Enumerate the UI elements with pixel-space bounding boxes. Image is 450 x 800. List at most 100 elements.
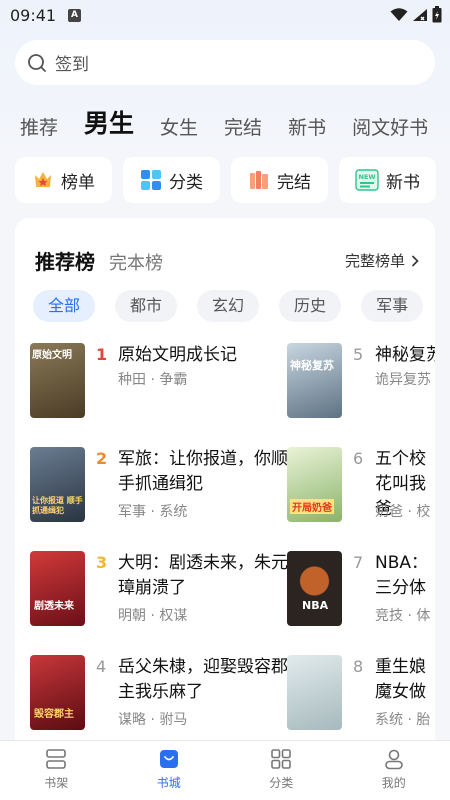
grid-icon <box>141 170 161 190</box>
book-cover: 让你报道 顺手抓通缉犯 <box>30 447 85 522</box>
book-cover: 毁容郡主 <box>30 655 85 730</box>
bookshelf-icon <box>46 749 67 769</box>
filter-chip-all[interactable]: 全部 <box>33 290 96 322</box>
book-cover-text: 剧透未来 <box>34 601 74 612</box>
ranking-tab-finished[interactable]: 完本榜 <box>109 249 163 275</box>
book-title: 原始文明成长记 <box>118 345 237 365</box>
nav-bookshelf[interactable]: 书架 <box>0 741 113 800</box>
signal-icon <box>413 8 427 21</box>
book-cover-text: 毁容郡主 <box>34 709 74 720</box>
filter-chip-history[interactable]: 历史 <box>279 290 342 322</box>
book-title: 大明：剧透未来，朱元璋崩溃了 <box>118 553 288 598</box>
status-bar: 09:41 A <box>0 0 450 34</box>
book-cover: 原始文明 <box>30 343 85 418</box>
book-title: NBA：三分体 <box>375 553 429 598</box>
channel-tab-yuewen[interactable]: 阅文好书 <box>352 113 428 140</box>
book-cover-text: 神秘复苏 <box>290 359 334 372</box>
wifi-icon <box>390 7 408 21</box>
full-ranking-link[interactable]: 完整榜单 <box>345 250 419 271</box>
channel-tab-finished[interactable]: 完结 <box>224 113 262 140</box>
nav-label: 书架 <box>44 776 69 790</box>
ranking-tabs: 推荐榜 完本榜 <box>35 246 163 275</box>
book-item[interactable]: 原始文明 1 原始文明成长记 种田 · 争霸 <box>30 343 290 423</box>
filter-chip-military[interactable]: 军事 <box>361 290 424 322</box>
channel-tab-recommend[interactable]: 推荐 <box>20 113 58 140</box>
book-cover-text: 开局奶爸 <box>290 499 334 514</box>
genre-filters: 全部 都市 玄幻 历史 军事 <box>33 290 424 322</box>
books-icon <box>250 171 268 189</box>
status-time: 09:41 <box>10 6 57 25</box>
filter-chip-fantasy[interactable]: 玄幻 <box>197 290 260 322</box>
book-cover: 神秘复苏 <box>287 343 342 418</box>
bookstore-bag-icon <box>159 750 178 768</box>
nav-category[interactable]: 分类 <box>225 741 338 800</box>
quick-link-label: 新书 <box>386 172 420 193</box>
book-cover-text: 原始文明 <box>32 350 72 361</box>
quick-links: 榜单 分类 完结 NEW 新书 <box>15 157 450 203</box>
channel-tab-male[interactable]: 男生 <box>84 104 134 140</box>
new-icon-text: NEW <box>358 173 375 181</box>
channel-tabs: 推荐 男生 女生 完结 新书 阅文好书 <box>0 100 450 140</box>
channel-tab-new[interactable]: 新书 <box>288 113 326 140</box>
quick-link-new[interactable]: NEW 新书 <box>339 157 436 203</box>
quick-link-category[interactable]: 分类 <box>123 157 220 203</box>
quick-link-finished[interactable]: 完结 <box>231 157 328 203</box>
book-item[interactable]: 神秘复苏 5 神秘复苏 诡异复苏 <box>287 343 435 423</box>
book-title: 神秘复苏 <box>375 345 435 365</box>
bottom-nav: 书架 书城 分类 我的 <box>0 740 450 800</box>
book-cover: 剧透未来 <box>30 551 85 626</box>
book-rank: 8 <box>353 657 364 676</box>
full-ranking-label: 完整榜单 <box>344 252 405 270</box>
book-item[interactable]: 让你报道 顺手抓通缉犯 2 军旅：让你报道，你顺手抓通缉犯 军事 · 系统 <box>30 447 290 527</box>
book-rank: 4 <box>96 657 107 676</box>
nav-label: 分类 <box>269 776 294 790</box>
book-cover-text: NBA <box>302 599 329 612</box>
quick-link-ranking[interactable]: 榜单 <box>15 157 112 203</box>
book-item[interactable]: 剧透未来 3 大明：剧透未来，朱元璋崩溃了 明朝 · 权谋 <box>30 551 290 631</box>
channel-tab-female[interactable]: 女生 <box>160 113 198 140</box>
nav-bookstore[interactable]: 书城 <box>113 741 226 800</box>
chevron-right-icon <box>411 254 419 267</box>
book-meta: 诡异复苏 <box>375 372 431 388</box>
book-item[interactable]: 开局奶爸 6 五个校花叫我爸 奶爸 · 校 <box>287 447 435 527</box>
book-meta: 谋略 · 驸马 <box>118 712 188 728</box>
nav-label: 我的 <box>381 776 406 790</box>
ranking-tab-recommend[interactable]: 推荐榜 <box>35 246 95 275</box>
search-icon <box>28 53 46 72</box>
quick-link-label: 完结 <box>277 172 311 193</box>
quick-link-label: 分类 <box>169 172 203 193</box>
book-title: 岳父朱棣，迎娶毁容郡主我乐麻了 <box>118 657 288 702</box>
book-meta: 奶爸 · 校 <box>375 504 431 520</box>
search-bar[interactable]: 签到 <box>15 40 435 85</box>
book-meta: 明朝 · 权谋 <box>118 608 188 624</box>
search-placeholder: 签到 <box>55 55 89 75</box>
book-title: 军旅：让你报道，你顺手抓通缉犯 <box>118 449 288 494</box>
book-meta: 竞技 · 体 <box>375 608 431 624</box>
new-icon: NEW <box>355 169 379 191</box>
app-root: 09:41 A 签到 推荐 男生 女生 完结 新书 阅文好书 榜单 分类 完结 … <box>0 0 450 800</box>
book-rank: 7 <box>353 553 364 572</box>
book-item[interactable]: 8 重生娘魔女做 系统 · 胎 <box>287 655 435 735</box>
book-meta: 军事 · 系统 <box>118 504 188 520</box>
book-cover <box>287 655 342 730</box>
battery-icon <box>432 6 442 23</box>
filter-chip-urban[interactable]: 都市 <box>115 290 178 322</box>
nav-profile[interactable]: 我的 <box>338 741 450 800</box>
profile-icon <box>384 749 403 770</box>
book-cover: 开局奶爸 <box>287 447 342 522</box>
book-meta: 种田 · 争霸 <box>118 372 188 388</box>
book-rank: 5 <box>353 345 364 364</box>
book-cover: NBA <box>287 551 342 626</box>
book-rank: 6 <box>353 449 364 468</box>
book-rank: 2 <box>96 449 108 468</box>
book-rank: 1 <box>96 345 108 364</box>
book-item[interactable]: NBA 7 NBA：三分体 竞技 · 体 <box>287 551 435 631</box>
book-cover-text: 让你报道 顺手抓通缉犯 <box>32 496 83 515</box>
book-meta: 系统 · 胎 <box>375 712 431 728</box>
system-icons <box>390 6 442 23</box>
category-grid-icon <box>271 749 292 769</box>
book-title: 重生娘魔女做 <box>375 657 426 702</box>
crown-icon <box>35 172 51 187</box>
quick-link-label: 榜单 <box>61 172 95 193</box>
book-item[interactable]: 毁容郡主 4 岳父朱棣，迎娶毁容郡主我乐麻了 谋略 · 驸马 <box>30 655 290 735</box>
